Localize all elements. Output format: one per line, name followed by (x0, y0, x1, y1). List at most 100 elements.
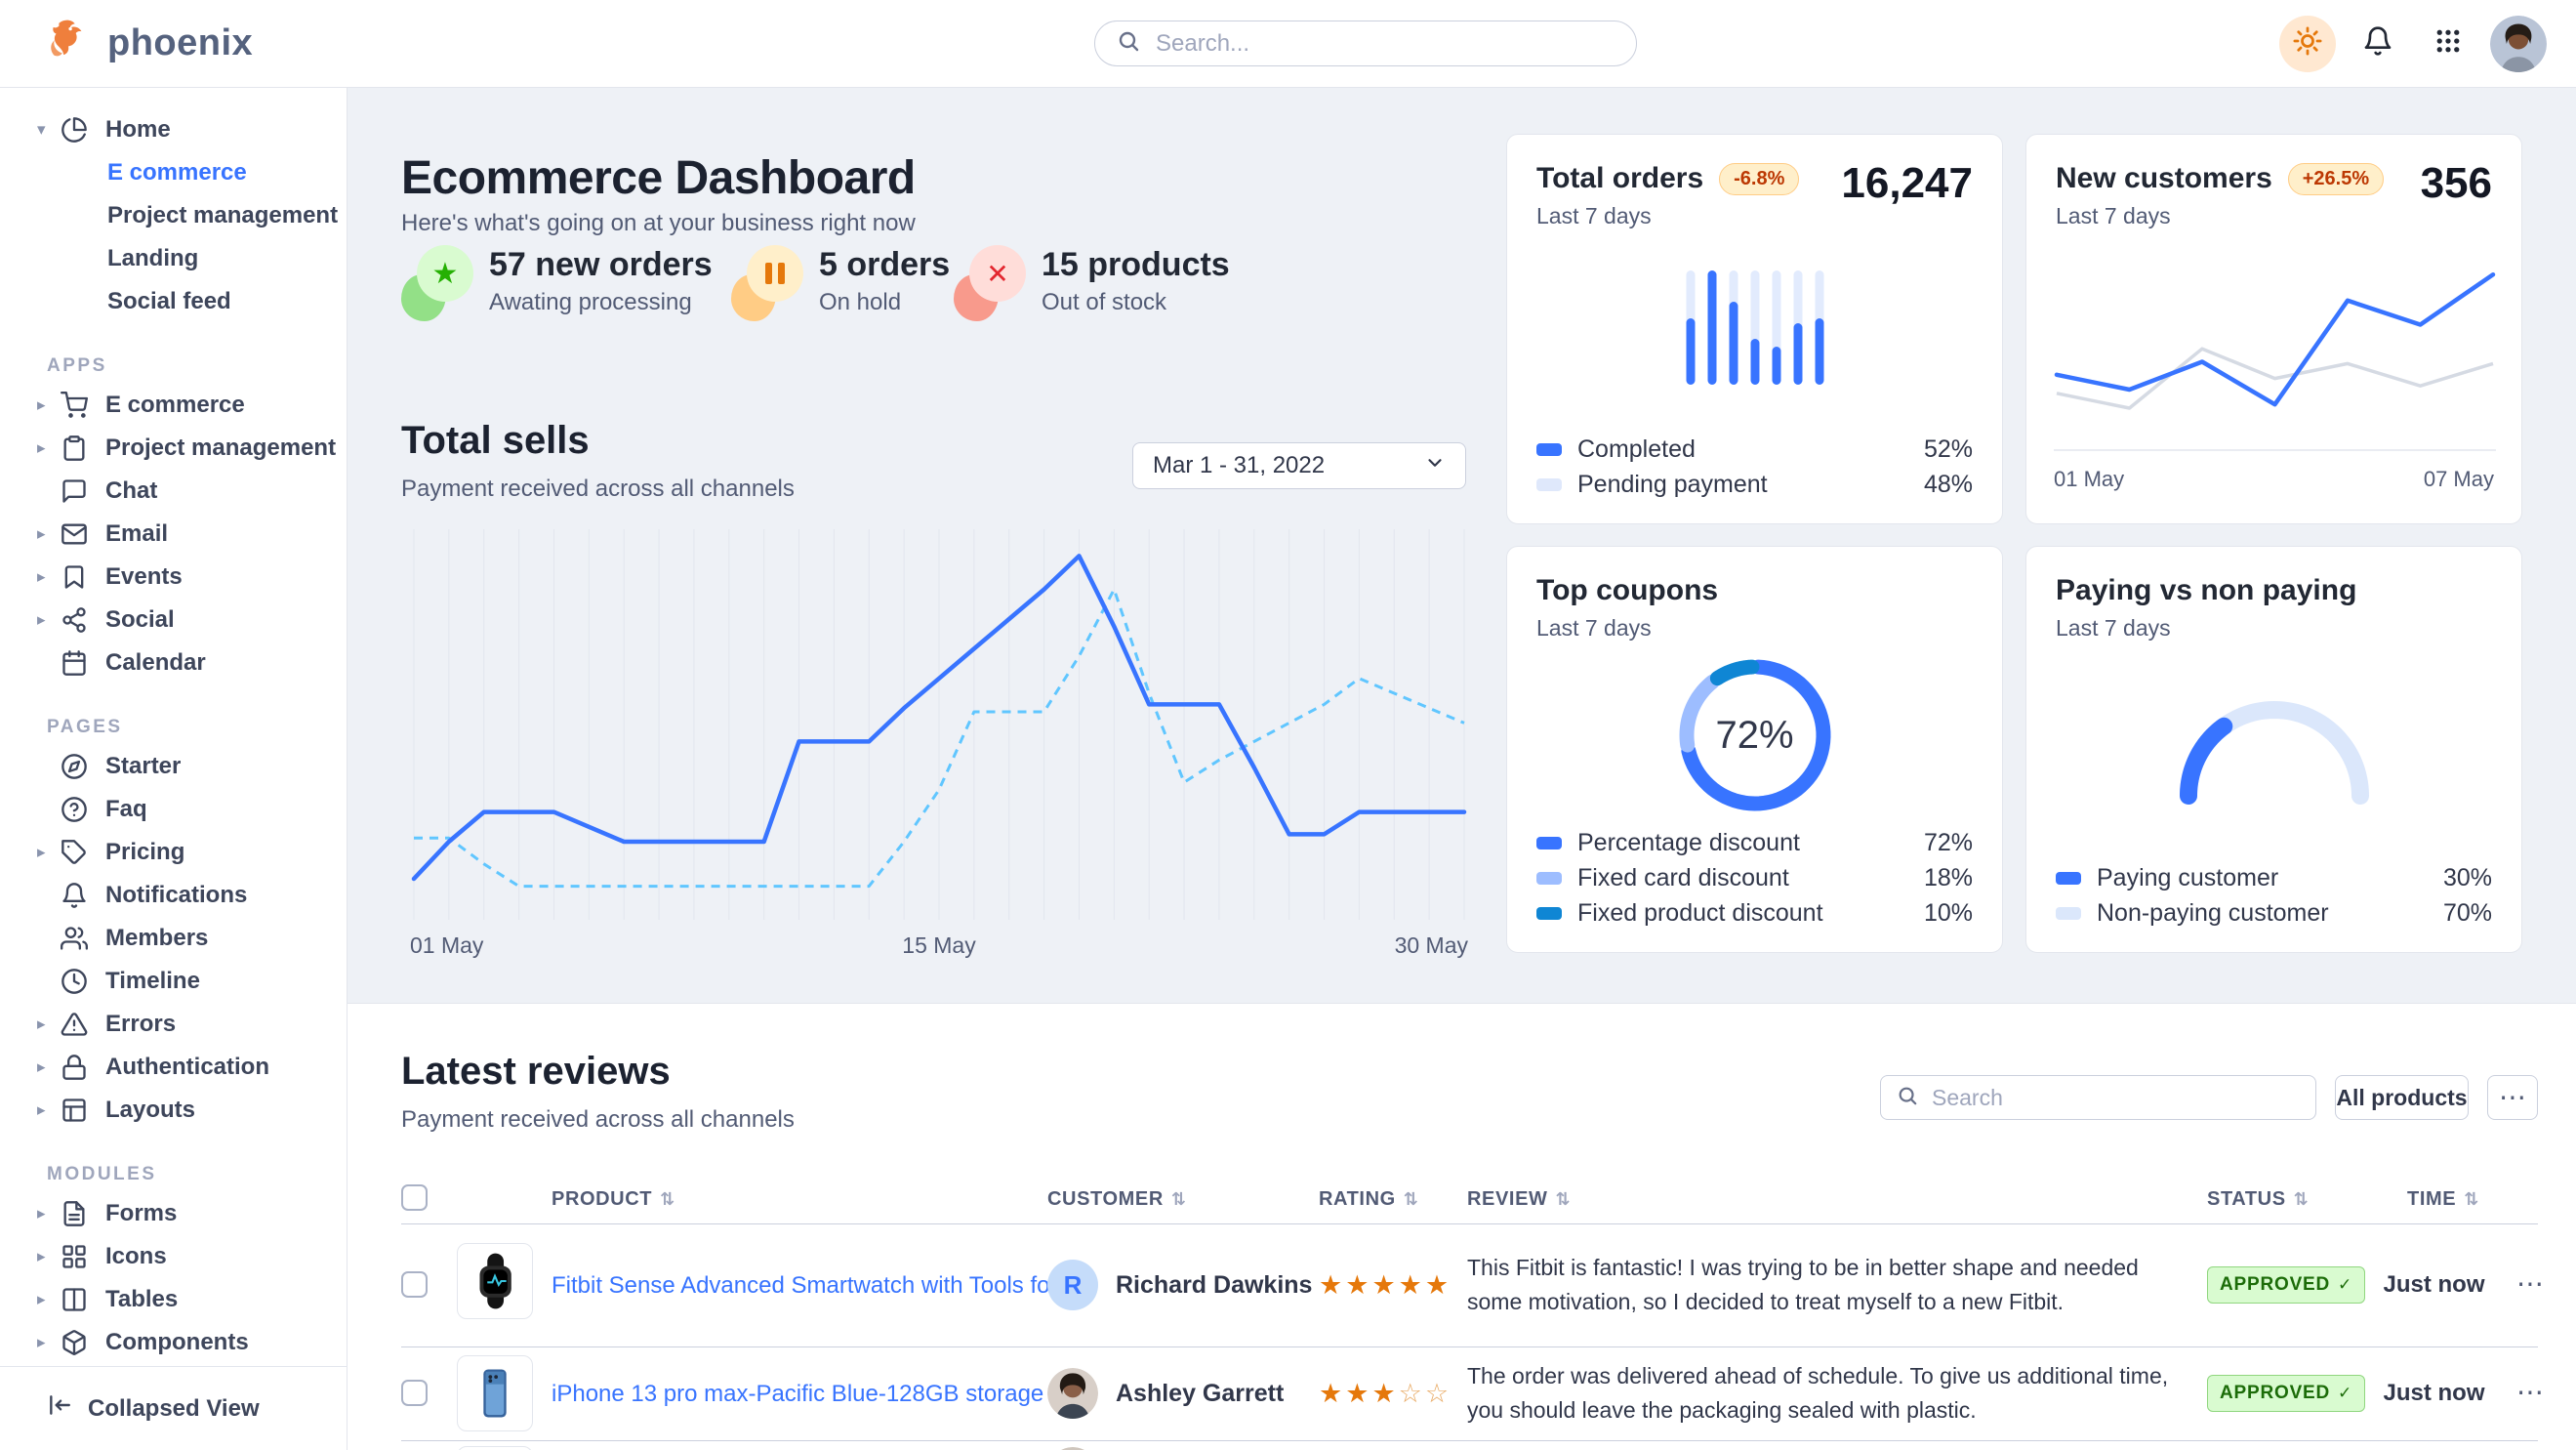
notifications-button[interactable] (2350, 16, 2406, 72)
review-text: This Fitbit is fantastic! I was trying t… (1467, 1251, 2189, 1319)
smartwatch-image (465, 1251, 525, 1311)
search-input[interactable] (1154, 29, 1615, 59)
customer-cell[interactable]: Ashley Garrett (1047, 1368, 1284, 1419)
row-actions-button[interactable] (2516, 1379, 2544, 1406)
mail-icon (61, 520, 88, 548)
sidebar-item-errors[interactable]: ▸Errors (0, 1003, 347, 1046)
product-link[interactable]: iPhone 13 pro max-Pacific Blue-128GB sto… (552, 1381, 1043, 1408)
sidebar-item-faq[interactable]: Faq (0, 788, 347, 831)
sidebar-item-home[interactable]: ▾Home (0, 108, 347, 151)
global-search[interactable] (1094, 21, 1637, 66)
sidebar-item-members[interactable]: Members (0, 917, 347, 960)
legend-swatch (1536, 478, 1562, 491)
sidebar-item-label: Members (105, 925, 208, 952)
x-tick: 01 May (2054, 467, 2124, 492)
product-image[interactable] (457, 1355, 533, 1431)
search-icon (1897, 1085, 1918, 1111)
sidebar-subitem-landing[interactable]: Landing (0, 237, 347, 280)
select-row-checkbox[interactable] (401, 1380, 428, 1406)
sidebar-item-pricing[interactable]: ▸Pricing (0, 831, 347, 874)
bell-icon (2362, 25, 2393, 62)
date-range-select[interactable]: Mar 1 - 31, 2022 (1132, 442, 1466, 489)
sidebar-item-email[interactable]: ▸Email (0, 513, 347, 556)
col-header-rating[interactable]: RATING (1319, 1188, 1418, 1211)
legend-value: 72% (1924, 829, 1973, 857)
all-products-filter-button[interactable]: All products (2335, 1075, 2469, 1120)
sidebar-item-icons[interactable]: ▸Icons (0, 1235, 347, 1278)
sidebar-subitem-social-feed[interactable]: Social feed (0, 280, 347, 323)
sidebar-subitem-e-commerce[interactable]: E commerce (0, 151, 347, 194)
sidebar-item-chat[interactable]: Chat (0, 470, 347, 513)
legend-swatch (1536, 837, 1562, 849)
legend-item: Completed 52% (1536, 432, 1973, 467)
legend-value: 30% (2443, 864, 2492, 892)
sidebar-item-notifications[interactable]: Notifications (0, 874, 347, 917)
row-actions-button[interactable] (2516, 1270, 2544, 1298)
sidebar-item-label: Starter (105, 753, 181, 780)
sidebar-item-label: Chat (105, 477, 157, 505)
rating-stars: ★★★★★ (1319, 1270, 1452, 1301)
total-sells-chart (410, 529, 1468, 920)
reviews-search-input[interactable] (1930, 1084, 2300, 1112)
legend-value: 52% (1924, 435, 1973, 464)
stat-value: 15 products (1042, 245, 1230, 284)
chevron-right-icon: ▸ (37, 1204, 46, 1223)
sidebar-item-layouts[interactable]: ▸Layouts (0, 1089, 347, 1132)
ellipsis-icon (2516, 1377, 2544, 1407)
ellipsis-icon (2499, 1084, 2526, 1111)
x-icon: ✕ (954, 245, 1026, 321)
reviews-more-button[interactable] (2487, 1075, 2538, 1120)
product-image[interactable] (457, 1446, 533, 1450)
col-header-status[interactable]: STATUS (2207, 1188, 2309, 1211)
sidebar-item-components[interactable]: ▸Components (0, 1321, 347, 1364)
sidebar-item-timeline[interactable]: Timeline (0, 960, 347, 1003)
sidebar-item-label: Errors (105, 1011, 176, 1038)
sidebar-section-modules: MODULES (0, 1157, 347, 1192)
legend-value: 70% (2443, 899, 2492, 928)
tag-icon (61, 839, 88, 866)
theme-toggle-button[interactable] (2279, 16, 2336, 72)
sidebar-item-starter[interactable]: Starter (0, 745, 347, 788)
legend-item: Paying customer 30% (2056, 860, 2492, 895)
page-subtitle: Here's what's going on at your business … (401, 210, 916, 237)
sidebar-section-pages: PAGES (0, 710, 347, 745)
compass-icon (61, 753, 88, 780)
legend-value: 18% (1924, 864, 1973, 892)
customer-cell[interactable]: R Richard Dawkins (1047, 1260, 1312, 1310)
sidebar-item-events[interactable]: ▸Events (0, 556, 347, 599)
reviews-search[interactable] (1880, 1075, 2316, 1120)
sidebar-subitem-project-management[interactable]: Project management (0, 194, 347, 237)
sidebar-item-label: Home (105, 116, 171, 144)
legend-item: Fixed card discount 18% (1536, 860, 1973, 895)
legend-label: Non-paying customer (2097, 899, 2329, 928)
sidebar-item-social[interactable]: ▸Social (0, 599, 347, 642)
col-header-review[interactable]: REVIEW (1467, 1188, 1571, 1211)
sidebar-item-project-management[interactable]: ▸Project management (0, 427, 347, 470)
sidebar-section-apps: APPS (0, 349, 347, 384)
product-link[interactable]: Fitbit Sense Advanced Smartwatch with To… (552, 1272, 1069, 1300)
select-row-checkbox[interactable] (401, 1271, 428, 1298)
collapse-view-button[interactable]: Collapsed View (0, 1366, 347, 1450)
sidebar-item-label: Calendar (105, 649, 206, 677)
sidebar-item-tables[interactable]: ▸Tables (0, 1278, 347, 1321)
sidebar-item-calendar[interactable]: Calendar (0, 642, 347, 684)
new-customers-chart (2054, 250, 2496, 455)
brand-logo[interactable]: phoenix (44, 0, 253, 87)
sidebar-item-forms[interactable]: ▸Forms (0, 1192, 347, 1235)
sidebar-item-e-commerce[interactable]: ▸E commerce (0, 384, 347, 427)
user-avatar[interactable] (2490, 16, 2547, 72)
sidebar: ▾HomeE commerceProject managementLanding… (0, 87, 348, 1450)
col-header-customer[interactable]: CUSTOMER (1047, 1188, 1187, 1211)
stat-label: Out of stock (1042, 289, 1230, 316)
chevron-right-icon: ▸ (37, 843, 46, 862)
apps-grid-icon (2433, 26, 2463, 61)
select-all-checkbox[interactable] (401, 1184, 428, 1211)
apps-menu-button[interactable] (2420, 16, 2476, 72)
col-header-product[interactable]: PRODUCT (552, 1188, 675, 1211)
card-period: Last 7 days (1536, 615, 1973, 642)
product-image[interactable] (457, 1243, 533, 1319)
chevron-right-icon: ▸ (37, 524, 46, 544)
share-icon (61, 606, 88, 634)
sidebar-item-authentication[interactable]: ▸Authentication (0, 1046, 347, 1089)
col-header-time[interactable]: TIME (2407, 1188, 2479, 1211)
